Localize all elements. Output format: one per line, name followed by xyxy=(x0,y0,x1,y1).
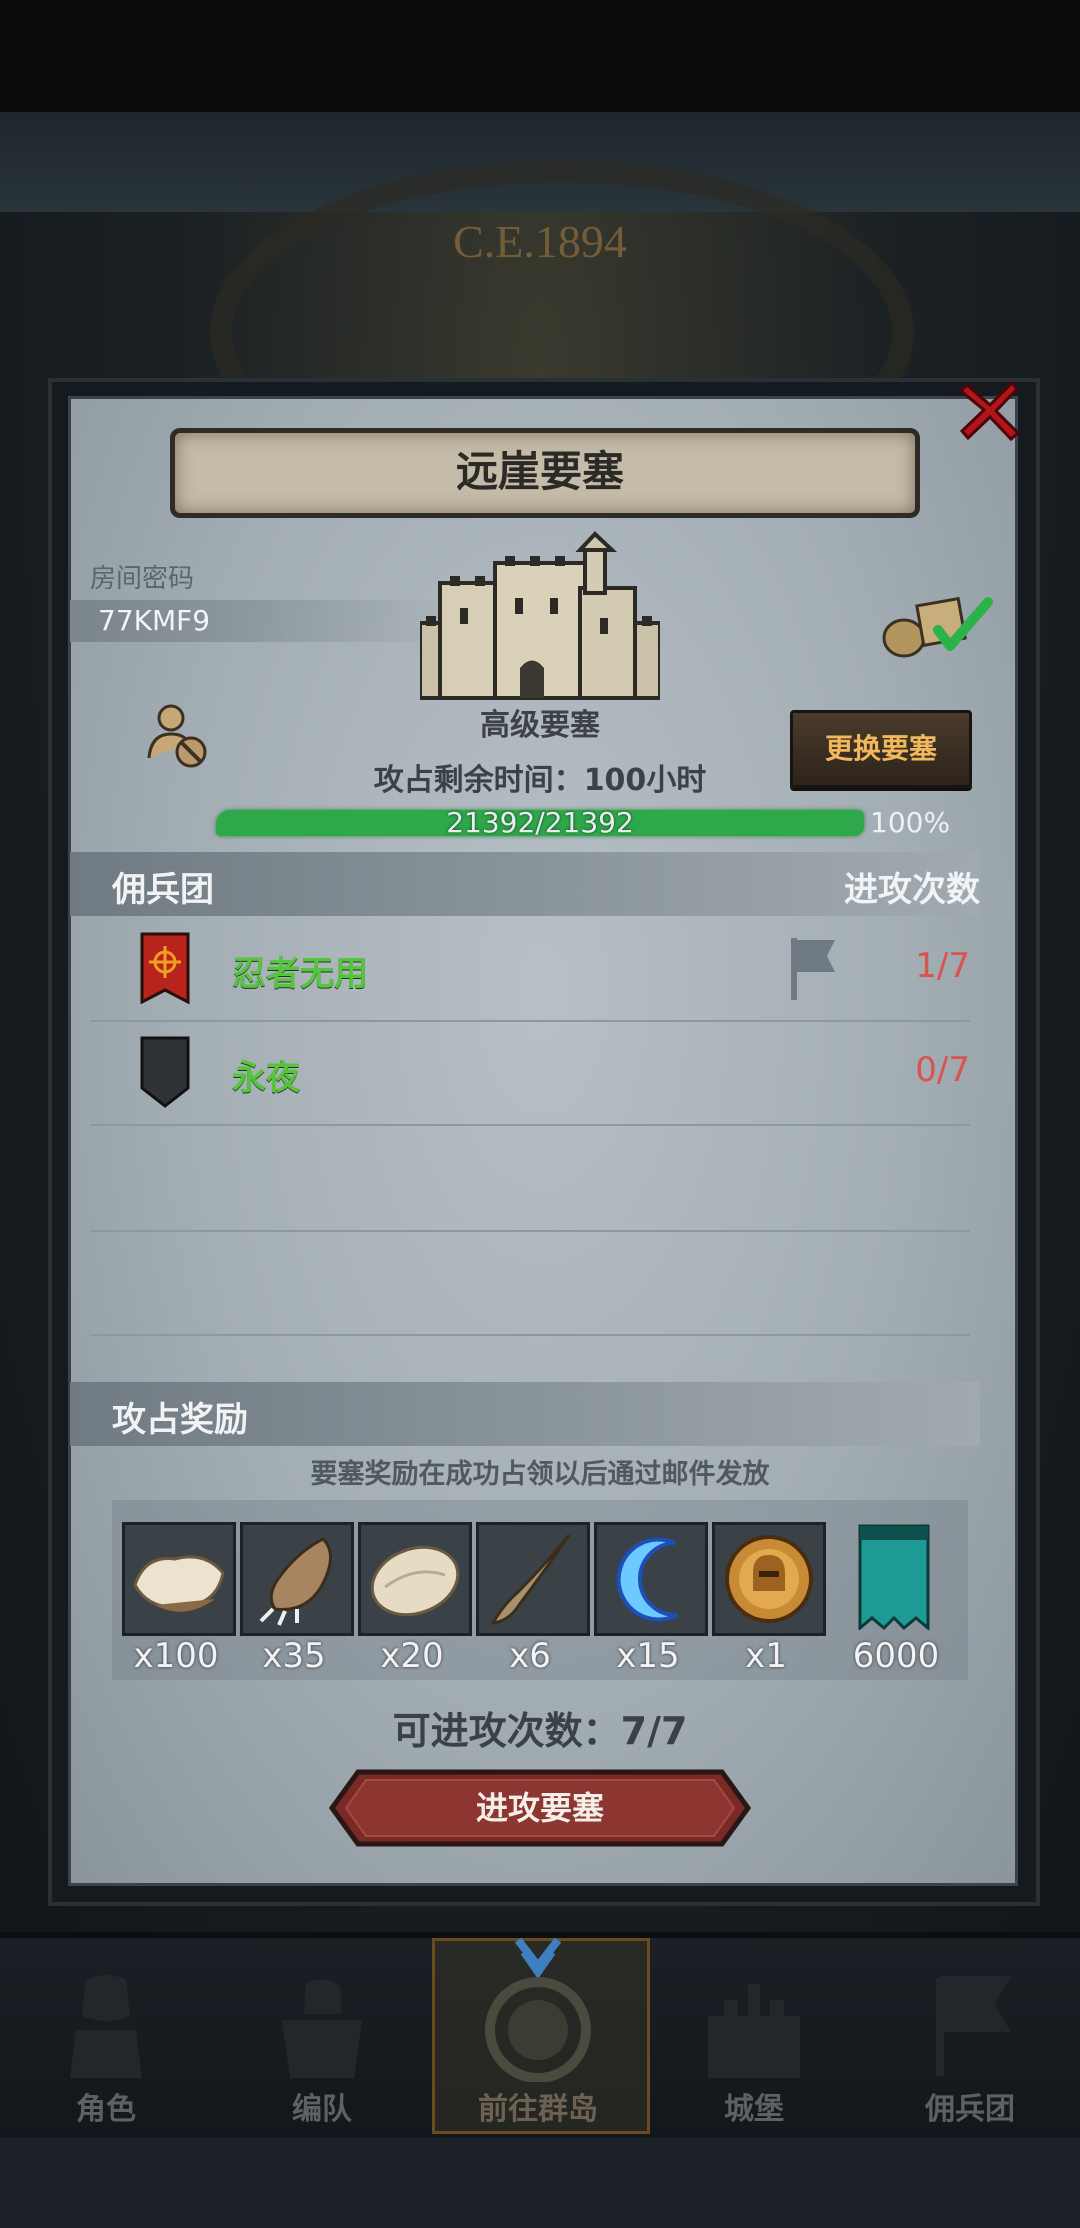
reward-qty: x100 xyxy=(133,1636,219,1676)
attempts-value: 7/7 xyxy=(620,1709,688,1753)
pale-hide-icon xyxy=(370,1545,460,1617)
time-value: 100 xyxy=(583,763,647,798)
claw-icon xyxy=(259,1537,332,1626)
time-label: 攻占剩余时间： xyxy=(373,763,584,798)
fortress-hp-percent: 100% xyxy=(870,806,951,839)
castle-icon xyxy=(420,531,660,700)
room-password-label: 房间密码 xyxy=(90,564,195,594)
mercenary-row[interactable]: 永夜 0/7 xyxy=(90,1024,970,1126)
room-code[interactable]: 77KMF9 xyxy=(98,604,210,637)
reward-qty: 6000 xyxy=(852,1636,940,1676)
loot-bags-checked-icon[interactable] xyxy=(876,590,996,660)
mercenary-header: 佣兵团 进攻次数 xyxy=(70,852,980,916)
reward-item[interactable] xyxy=(476,1522,590,1636)
castle-nav-icon xyxy=(708,1984,800,2078)
attempts-label: 可进攻次数： xyxy=(392,1709,621,1753)
attack-count: 0/7 xyxy=(915,1050,970,1090)
reward-item[interactable] xyxy=(712,1522,826,1636)
nav-item-castle[interactable]: 城堡 xyxy=(648,1938,860,2138)
nav-item-mercenary[interactable]: 佣兵团 xyxy=(864,1938,1076,2138)
compass-map-icon xyxy=(485,1938,591,2082)
mercenary-header-label: 佣兵团 xyxy=(112,870,214,910)
nav-label: 编队 xyxy=(292,2092,352,2127)
nav-label: 城堡 xyxy=(724,2092,784,2127)
nav-item-formation[interactable]: 编队 xyxy=(216,1938,428,2138)
mercenary-name: 忍者无用 xyxy=(232,954,368,994)
reward-item[interactable] xyxy=(594,1522,708,1636)
rewards-note: 要塞奖励在成功占领以后通过邮件发放 xyxy=(310,1459,770,1490)
dialog-title: 远崖要塞 xyxy=(455,447,624,496)
reward-item[interactable] xyxy=(240,1522,354,1636)
capture-time-remaining: 攻占剩余时间：100小时 xyxy=(200,755,880,799)
attack-attempts: 可进攻次数：7/7 xyxy=(300,1700,780,1755)
mercenary-name: 永夜 xyxy=(232,1058,300,1098)
reward-qty: x35 xyxy=(262,1636,326,1676)
reward-qty: x20 xyxy=(380,1636,444,1676)
reward-qty: x6 xyxy=(509,1636,551,1676)
rewards-header-label: 攻占奖励 xyxy=(112,1400,248,1440)
reward-qty: x1 xyxy=(745,1636,787,1676)
rewards-header: 攻占奖励 xyxy=(70,1382,980,1446)
fortress-hp-text: 21392/21392 xyxy=(446,806,634,839)
mercenary-row[interactable]: 忍者无用 1/7 xyxy=(90,920,970,1022)
mercenary-flag-icon xyxy=(936,1976,1011,2076)
time-unit: 小时 xyxy=(646,763,707,798)
nav-label: 前往群岛 xyxy=(478,2092,598,2127)
fortress-type-label: 高级要塞 xyxy=(480,708,600,743)
nav-label: 佣兵团 xyxy=(925,2092,1015,2127)
background-date: C.E.1894 xyxy=(453,216,627,267)
nav-label: 角色 xyxy=(76,2092,136,2127)
reward-item[interactable] xyxy=(358,1522,472,1636)
system-bottom-bar xyxy=(0,2138,1080,2228)
nav-item-character[interactable]: 角色 xyxy=(0,1938,212,2138)
top-status-area xyxy=(0,0,1080,112)
attack-fortress-button[interactable]: 进攻要塞 xyxy=(328,1768,752,1848)
dark-shield-icon xyxy=(140,1036,190,1108)
close-icon[interactable] xyxy=(955,375,1025,445)
attack-count-header: 进攻次数 xyxy=(844,870,980,910)
flag-icon xyxy=(791,938,835,1000)
empty-row-divider xyxy=(90,1334,970,1336)
reward-item[interactable] xyxy=(858,1524,930,1632)
attack-count: 1/7 xyxy=(915,946,970,986)
reward-item[interactable] xyxy=(122,1522,236,1636)
fur-pelt-icon xyxy=(133,1555,225,1612)
knight-icon xyxy=(70,1975,142,2078)
armored-soldier-icon xyxy=(282,1979,362,2078)
blue-moon-crescent-icon xyxy=(616,1537,678,1622)
red-banner-icon xyxy=(140,932,190,1004)
empty-row-divider xyxy=(90,1230,970,1232)
reward-qty: x15 xyxy=(616,1636,680,1676)
guild-banner-icon xyxy=(858,1524,930,1632)
gold-helmet-medal-icon xyxy=(725,1535,813,1623)
horn-icon xyxy=(490,1534,571,1625)
nav-item-archipelago[interactable]: 前往群岛 xyxy=(432,1938,644,2138)
